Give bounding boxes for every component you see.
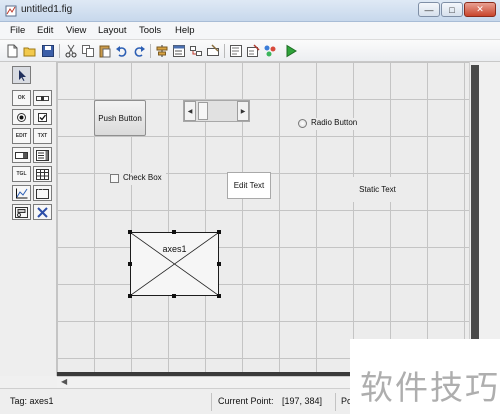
tab-order-icon[interactable]	[188, 43, 204, 59]
component-palette: OK EDIT TXT TGL	[0, 62, 57, 376]
button-group-icon	[15, 206, 28, 218]
radio-circle-icon	[298, 119, 307, 128]
activex-icon	[37, 206, 48, 218]
popup-menu-icon	[15, 151, 28, 159]
button-group-tool[interactable]	[12, 204, 31, 220]
selection-handle[interactable]	[217, 294, 221, 298]
layout-canvas[interactable]: Push Button ◀ ▶ Radio Button Check Box E…	[57, 62, 469, 374]
object-browser-icon[interactable]	[262, 43, 278, 59]
selection-handle[interactable]	[172, 294, 176, 298]
minimize-button[interactable]: —	[418, 2, 440, 17]
property-inspector-icon[interactable]	[245, 43, 261, 59]
editor-icon[interactable]	[228, 43, 244, 59]
static-text-label[interactable]: Static Text	[350, 177, 405, 202]
slider-control[interactable]: ◀ ▶	[183, 100, 250, 122]
menu-view[interactable]: View	[66, 25, 86, 36]
axes-icon	[16, 188, 28, 198]
popup-menu-tool[interactable]	[12, 147, 31, 163]
close-button[interactable]: ✕	[464, 2, 496, 17]
figure-file-icon	[5, 5, 17, 17]
table-icon	[36, 168, 49, 180]
push-button-tool[interactable]: OK	[12, 90, 31, 106]
selection-handle[interactable]	[217, 230, 221, 234]
align-objects-icon[interactable]	[154, 43, 170, 59]
vertical-scrollbar-thumb[interactable]	[471, 65, 479, 373]
activex-tool[interactable]	[33, 204, 52, 220]
undo-icon[interactable]	[114, 43, 130, 59]
checkbox-icon	[38, 112, 47, 122]
menu-editor-icon[interactable]	[171, 43, 187, 59]
open-folder-icon[interactable]	[22, 43, 38, 59]
axes-placeholder-cross	[131, 233, 218, 295]
cut-icon[interactable]	[63, 43, 79, 59]
check-box-tool[interactable]	[33, 109, 52, 125]
radio-button-tool[interactable]	[12, 109, 31, 125]
axes-tool[interactable]	[12, 185, 31, 201]
menu-tools[interactable]: Tools	[139, 25, 161, 36]
menu-bar: File Edit View Layout Tools Help	[0, 22, 500, 40]
title-bar: untitled1.fig — □ ✕	[0, 0, 500, 22]
toolbar-separator	[59, 44, 60, 58]
push-button[interactable]: Push Button	[94, 100, 146, 136]
slider-thumb[interactable]	[198, 102, 208, 120]
listbox-icon	[36, 149, 49, 161]
axes-label: axes1	[162, 244, 187, 254]
run-icon[interactable]	[283, 43, 299, 59]
window-title: untitled1.fig	[21, 4, 73, 15]
current-point-value: [197, 384]	[282, 396, 323, 406]
toolbar	[0, 40, 500, 62]
check-box-label: Check Box	[123, 173, 162, 182]
toolbar-separator	[224, 44, 225, 58]
redo-icon[interactable]	[131, 43, 147, 59]
panel-icon	[36, 187, 49, 199]
watermark-text: 软件技巧	[360, 368, 500, 407]
selection-handle[interactable]	[128, 294, 132, 298]
listbox-tool[interactable]	[33, 147, 52, 163]
selection-handle[interactable]	[128, 262, 132, 266]
slider-icon	[36, 95, 49, 101]
toggle-button-tool[interactable]: TGL	[12, 166, 31, 182]
edit-text-tool[interactable]: EDIT	[12, 128, 31, 144]
selection-handle[interactable]	[128, 230, 132, 234]
copy-icon[interactable]	[80, 43, 96, 59]
maximize-button[interactable]: □	[441, 2, 463, 17]
menu-layout[interactable]: Layout	[98, 25, 127, 36]
arrow-pointer-icon	[19, 69, 26, 81]
check-box[interactable]: Check Box	[110, 173, 166, 185]
status-separator	[335, 393, 336, 411]
toolbar-editor-icon[interactable]	[205, 43, 221, 59]
axes-object[interactable]: axes1	[130, 232, 219, 296]
selection-handle[interactable]	[172, 230, 176, 234]
radio-button[interactable]: Radio Button	[298, 118, 360, 130]
status-tag: Tag: axes1	[10, 396, 54, 406]
paste-icon[interactable]	[97, 43, 113, 59]
radio-icon	[17, 112, 26, 122]
slider-left-arrow-icon[interactable]: ◀	[184, 101, 196, 121]
scroll-left-arrow-icon[interactable]: ◀	[61, 377, 67, 386]
panel-tool[interactable]	[33, 185, 52, 201]
radio-button-label: Radio Button	[311, 118, 358, 127]
slider-tool[interactable]	[33, 90, 52, 106]
new-file-icon[interactable]	[4, 43, 20, 59]
selection-handle[interactable]	[217, 262, 221, 266]
menu-help[interactable]: Help	[175, 25, 195, 36]
edit-text-field[interactable]: Edit Text	[227, 172, 271, 199]
static-text-tool[interactable]: TXT	[33, 128, 52, 144]
select-tool[interactable]	[12, 66, 31, 84]
save-icon[interactable]	[40, 43, 56, 59]
menu-file[interactable]: File	[10, 25, 25, 36]
toolbar-separator	[150, 44, 151, 58]
menu-edit[interactable]: Edit	[37, 25, 53, 36]
table-tool[interactable]	[33, 166, 52, 182]
watermark: 软件技巧	[350, 339, 500, 414]
status-separator	[211, 393, 212, 411]
slider-right-arrow-icon[interactable]: ▶	[237, 101, 249, 121]
checkbox-square-icon	[110, 174, 119, 183]
current-point-label: Current Point:	[218, 396, 274, 406]
